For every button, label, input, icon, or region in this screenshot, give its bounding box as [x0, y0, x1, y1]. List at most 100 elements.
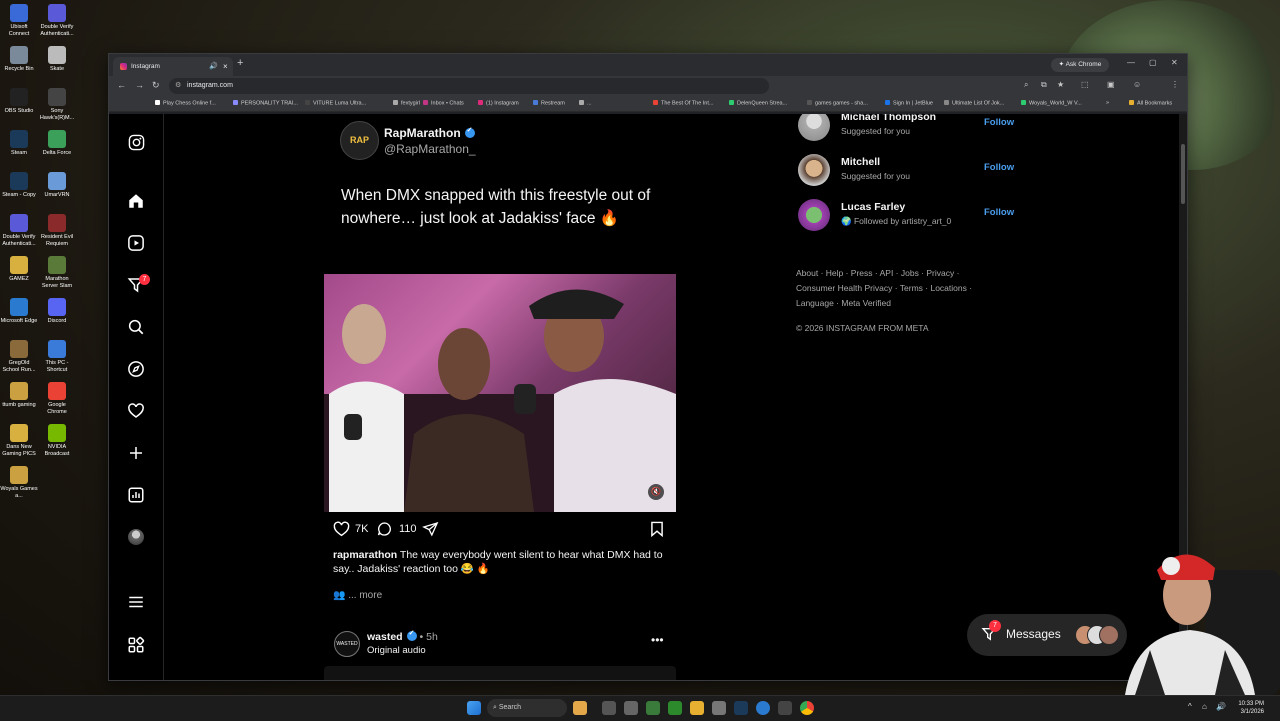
desktop-icon[interactable]: Steam	[0, 130, 38, 157]
reels-icon[interactable]	[126, 233, 146, 253]
close-window-icon[interactable]: ✕	[1171, 58, 1178, 67]
post-video[interactable]: 🔇	[324, 274, 676, 512]
follow-button[interactable]: Follow	[984, 162, 1014, 173]
suggestion-avatar[interactable]	[798, 154, 830, 186]
desktop-icon[interactable]: Steam - Copy	[0, 172, 38, 199]
caption-username[interactable]: rapmarathon	[333, 549, 397, 561]
desktop-icon[interactable]: Ubisoft Connect	[0, 4, 38, 37]
more-menu-icon[interactable]	[126, 592, 146, 612]
suggestion-avatar[interactable]	[798, 114, 830, 141]
desktop-icon[interactable]: GregOld School Run...	[0, 340, 38, 373]
bookmark-item[interactable]: »	[1106, 100, 1109, 106]
desktop-icon[interactable]: Resident Evil Requiem	[38, 214, 76, 247]
widgets-icon[interactable]	[573, 701, 587, 715]
bookmark-item[interactable]: The Best Of The Int...	[653, 100, 713, 107]
maximize-icon[interactable]: ▢	[1149, 58, 1157, 67]
desktop-icon[interactable]: Microsoft Edge	[0, 298, 38, 325]
zoom-icon[interactable]: ⌕	[1024, 80, 1028, 90]
desktop-icon[interactable]: NVIDIA Broadcast	[38, 424, 76, 457]
taskbar-search[interactable]: ⌕ Search	[487, 699, 567, 717]
xbox-icon[interactable]	[668, 701, 682, 715]
suggestion-name[interactable]: Lucas Farley	[841, 201, 905, 213]
menu-icon[interactable]: ⋮	[1171, 80, 1179, 89]
follow-button[interactable]: Follow	[984, 207, 1014, 218]
desktop-icon[interactable]: Woyals Games a...	[0, 466, 38, 499]
file-explorer-icon[interactable]	[690, 701, 704, 715]
bookmark-item[interactable]: DelenQueen Strea...	[729, 100, 787, 107]
footer-links[interactable]: About · Help · Press · API · Jobs · Priv…	[796, 266, 996, 311]
steam-icon[interactable]	[734, 701, 748, 715]
instagram-logo-icon[interactable]	[126, 132, 146, 152]
speaker-icon[interactable]: 🔊	[209, 57, 218, 76]
taskbar-clock[interactable]: 10:33 PM 3/1/2026	[1232, 700, 1264, 716]
desktop-icon[interactable]: This PC - Shortcut	[38, 340, 76, 373]
suggestion-avatar[interactable]	[798, 199, 830, 231]
bookmark-item[interactable]: Ultimate List Of Jok...	[944, 100, 1004, 107]
tab-instagram[interactable]: Instagram 🔊 ×	[113, 57, 233, 76]
settings-icon[interactable]	[624, 701, 638, 715]
save-icon[interactable]	[650, 521, 664, 540]
search-icon[interactable]	[126, 317, 146, 337]
post-author-name[interactable]: RapMarathon	[384, 126, 475, 140]
close-tab-icon[interactable]: ×	[223, 57, 228, 76]
minimize-icon[interactable]: —	[1127, 58, 1135, 67]
mute-toggle-icon[interactable]: 🔇	[648, 484, 664, 500]
task-view-icon[interactable]	[602, 701, 616, 715]
bookmark-item[interactable]: All Bookmarks	[1129, 100, 1172, 107]
chrome-icon[interactable]	[800, 701, 814, 715]
bookmark-item[interactable]: ...	[579, 100, 592, 107]
post2-author[interactable]: wasted • 5h	[367, 629, 438, 643]
follow-button[interactable]: Follow	[984, 117, 1014, 128]
bookmark-item[interactable]: Inbox • Chats	[423, 100, 464, 107]
profile-icon[interactable]: ☺	[1133, 80, 1141, 89]
reload-icon[interactable]: ↻	[152, 80, 160, 91]
bookmark-item[interactable]: Sign In | JetBlue	[885, 100, 933, 107]
share-icon[interactable]	[422, 521, 439, 540]
rapmarathon-avatar[interactable]: RAP	[340, 121, 379, 160]
create-icon[interactable]	[126, 443, 146, 463]
comment-icon[interactable]	[376, 521, 393, 540]
caption-more-link[interactable]: 👥 ... more	[333, 590, 382, 601]
discord-icon[interactable]	[778, 701, 792, 715]
explore-icon[interactable]	[126, 359, 146, 379]
suggestion-name[interactable]: Michael Thompson	[841, 114, 936, 123]
address-bar[interactable]: ⚙ instagram.com	[169, 78, 769, 94]
like-count[interactable]: 7K	[355, 523, 368, 535]
post2-audio[interactable]: Original audio	[367, 645, 426, 656]
desktop-icon[interactable]: Discord	[38, 298, 76, 325]
desktop-icon[interactable]: Recycle Bin	[0, 46, 38, 73]
forward-icon[interactable]: →	[135, 80, 144, 90]
network-icon[interactable]: ⌂	[1202, 702, 1207, 711]
post-options-icon[interactable]: •••	[651, 633, 664, 647]
edge-icon[interactable]	[756, 701, 770, 715]
bookmark-item[interactable]: PERSONALITY TRAI...	[233, 100, 298, 107]
bookmark-item[interactable]: (1) Instagram	[478, 100, 519, 107]
desktop-icon[interactable]: ttumb gaming	[0, 382, 38, 409]
also-from-meta-icon[interactable]	[126, 635, 146, 655]
desktop-icon[interactable]: Marathon Server Slam	[38, 256, 76, 289]
bookmark-item[interactable]: Play Chess Online f...	[155, 100, 216, 107]
site-info-icon[interactable]: ⚙	[175, 78, 181, 94]
tray-chevron-icon[interactable]: ^	[1188, 702, 1192, 711]
desktop-icon[interactable]: UmarVRN	[38, 172, 76, 199]
new-tab-button[interactable]: +	[237, 57, 243, 69]
ask-chrome-button[interactable]: ✦ Ask Chrome	[1051, 58, 1109, 72]
bookmark-item[interactable]: Woyals_World_W V...	[1021, 100, 1082, 107]
bookmark-item[interactable]: Restream	[533, 100, 565, 107]
bookmark-item[interactable]: games games - sha...	[807, 100, 868, 107]
suggestion-name[interactable]: Mitchell	[841, 156, 880, 168]
desktop-icon[interactable]: Skate	[38, 46, 76, 73]
desktop-icon[interactable]: GAMEZ	[0, 256, 38, 283]
like-icon[interactable]	[333, 521, 350, 540]
desktop-icon[interactable]: Double Verify Authenticati...	[0, 214, 38, 247]
post2-media[interactable]	[324, 666, 676, 680]
comment-count[interactable]: 110	[399, 523, 417, 535]
extensions-icon[interactable]: ⬚	[1081, 80, 1089, 89]
bookmark-item[interactable]: VITURE Luma Ultra...	[305, 100, 366, 107]
game-icon[interactable]	[646, 701, 660, 715]
home-icon[interactable]	[126, 191, 146, 211]
desktop-icon[interactable]: Google Chrome	[38, 382, 76, 415]
store-icon[interactable]	[712, 701, 726, 715]
install-icon[interactable]: ⧉	[1041, 80, 1047, 90]
bookmark-star-icon[interactable]: ★	[1057, 80, 1064, 89]
